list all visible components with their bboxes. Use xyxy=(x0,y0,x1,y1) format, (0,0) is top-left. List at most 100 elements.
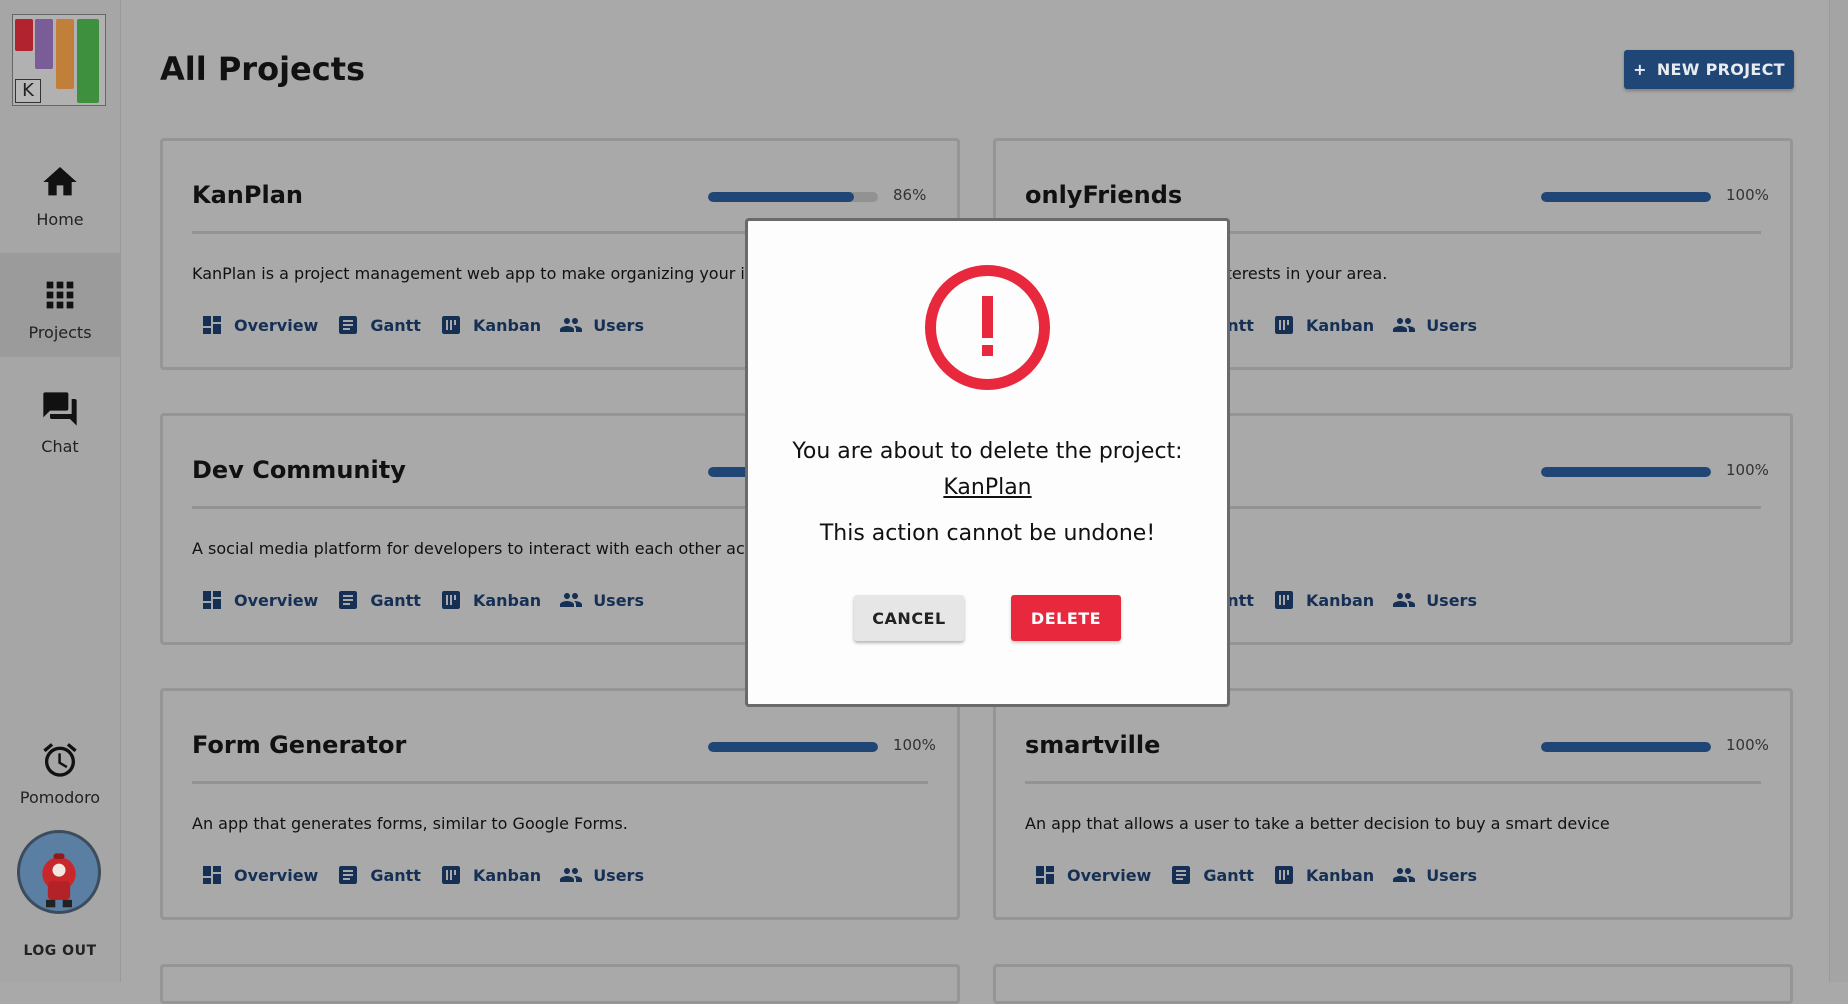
project-title: smartville xyxy=(1025,731,1161,759)
users-link[interactable]: Users xyxy=(559,313,644,337)
project-title: Dev Community xyxy=(192,456,406,484)
overview-link-label: Overview xyxy=(234,865,319,885)
users-link-label: Users xyxy=(593,865,644,885)
overview-link-label: Overview xyxy=(234,315,319,335)
kanban-link-label: Kanban xyxy=(472,590,542,610)
kanban-link[interactable]: Kanban xyxy=(1272,588,1374,612)
kanban-icon xyxy=(441,591,460,609)
kanban-icon xyxy=(1274,316,1293,334)
users-icon xyxy=(560,868,583,882)
dashboard-icon xyxy=(203,591,221,609)
progress-fill xyxy=(708,192,855,202)
kanban-icon xyxy=(441,866,460,884)
progress-fill xyxy=(708,742,878,752)
project-title: onlyFriends xyxy=(1025,181,1183,209)
kanban-link-label: Kanban xyxy=(472,865,542,885)
app-logo[interactable]: K xyxy=(12,14,106,106)
logo-letter: K xyxy=(15,79,41,103)
gantt-link[interactable]: Gantt xyxy=(336,863,421,887)
kanban-link[interactable]: Kanban xyxy=(439,863,541,887)
users-link-label: Users xyxy=(1426,315,1477,335)
project-title: KanPlan xyxy=(192,181,303,209)
divider xyxy=(192,781,928,784)
project-description: An app that generates forms, similar to … xyxy=(192,814,628,833)
progress-label: 100% xyxy=(893,736,936,754)
gantt-icon xyxy=(1172,866,1191,884)
new-project-button[interactable]: + NEW PROJECT xyxy=(1624,50,1794,89)
progress-bar xyxy=(708,742,878,752)
project-links: Overview Gantt Kanban Users xyxy=(200,588,644,612)
plus-icon: + xyxy=(1633,60,1647,79)
overview-link[interactable]: Overview xyxy=(200,863,318,887)
project-title: Form Generator xyxy=(192,731,407,759)
kanban-link[interactable]: Kanban xyxy=(1272,863,1374,887)
users-link[interactable]: Users xyxy=(1392,313,1477,337)
gantt-link[interactable]: Gantt xyxy=(336,313,421,337)
alarm-clock-icon xyxy=(43,743,77,777)
home-icon xyxy=(43,167,77,196)
kanban-link-label: Kanban xyxy=(1305,865,1375,885)
sidebar-item-projects[interactable]: Projects xyxy=(0,253,120,357)
progress-bar xyxy=(1541,742,1711,752)
project-name-link[interactable]: KanPlan xyxy=(748,475,1227,500)
gantt-icon xyxy=(339,316,358,334)
users-icon xyxy=(1393,593,1416,607)
kanban-link[interactable]: Kanban xyxy=(439,313,541,337)
overview-link[interactable]: Overview xyxy=(200,588,318,612)
scrollbar[interactable] xyxy=(1829,0,1848,982)
sidebar-item-home[interactable]: Home xyxy=(0,140,120,244)
users-link[interactable]: Users xyxy=(559,588,644,612)
kanban-link[interactable]: Kanban xyxy=(439,588,541,612)
chat-icon xyxy=(43,392,77,426)
progress-label: 100% xyxy=(1726,186,1769,204)
grid-icon xyxy=(46,281,74,309)
overview-link[interactable]: Overview xyxy=(200,313,318,337)
logout-button[interactable]: LOG OUT xyxy=(0,943,120,959)
project-card-partial xyxy=(160,964,960,1004)
project-links: Overview Gantt Kanban Users xyxy=(200,313,644,337)
progress-label: 100% xyxy=(1726,736,1769,754)
page-title: All Projects xyxy=(160,50,366,88)
gantt-icon xyxy=(339,591,358,609)
sidebar-item-label: Home xyxy=(36,210,84,229)
users-link[interactable]: Users xyxy=(1392,863,1477,887)
overview-link-label: Overview xyxy=(1067,865,1152,885)
gantt-link-label: Gantt xyxy=(370,590,421,610)
project-description: KanPlan is a project management web app … xyxy=(192,264,808,283)
users-link-label: Users xyxy=(593,315,644,335)
kanban-link-label: Kanban xyxy=(1305,315,1375,335)
users-icon xyxy=(560,318,583,332)
sidebar-item-pomodoro[interactable]: Pomodoro xyxy=(0,718,120,822)
sidebar-item-label: Projects xyxy=(28,323,92,342)
cancel-button[interactable]: CANCEL xyxy=(854,595,964,641)
project-card[interactable]: smartville 100% An app that allows a use… xyxy=(993,688,1793,920)
delete-message: You are about to delete the project: xyxy=(792,439,1183,464)
kanban-link-label: Kanban xyxy=(472,315,542,335)
users-link[interactable]: Users xyxy=(559,863,644,887)
gantt-icon xyxy=(339,866,358,884)
project-links: Overview Gantt Kanban Users xyxy=(1033,863,1477,887)
sidebar-item-chat[interactable]: Chat xyxy=(0,367,120,471)
users-link-label: Users xyxy=(1426,590,1477,610)
kanban-link[interactable]: Kanban xyxy=(1272,313,1374,337)
users-link[interactable]: Users xyxy=(1392,588,1477,612)
overview-link[interactable]: Overview xyxy=(1033,863,1151,887)
gantt-link[interactable]: Gantt xyxy=(336,588,421,612)
users-icon xyxy=(1393,318,1416,332)
avatar-image xyxy=(42,853,76,908)
progress-label: 100% xyxy=(1726,461,1769,479)
dashboard-icon xyxy=(1036,866,1054,884)
delete-button[interactable]: DELETE xyxy=(1011,595,1121,641)
project-links: Overview Gantt Kanban Users xyxy=(200,863,644,887)
avatar[interactable] xyxy=(17,830,101,914)
progress-bar xyxy=(708,192,878,202)
users-link-label: Users xyxy=(1426,865,1477,885)
users-link-label: Users xyxy=(593,590,644,610)
project-card[interactable]: Form Generator 100% An app that generate… xyxy=(160,688,960,920)
progress-fill xyxy=(1541,742,1711,752)
kanban-icon xyxy=(441,316,460,334)
gantt-link[interactable]: Gantt xyxy=(1169,863,1254,887)
kanban-icon xyxy=(1274,866,1293,884)
new-project-label: NEW PROJECT xyxy=(1656,60,1785,79)
dashboard-icon xyxy=(203,866,221,884)
